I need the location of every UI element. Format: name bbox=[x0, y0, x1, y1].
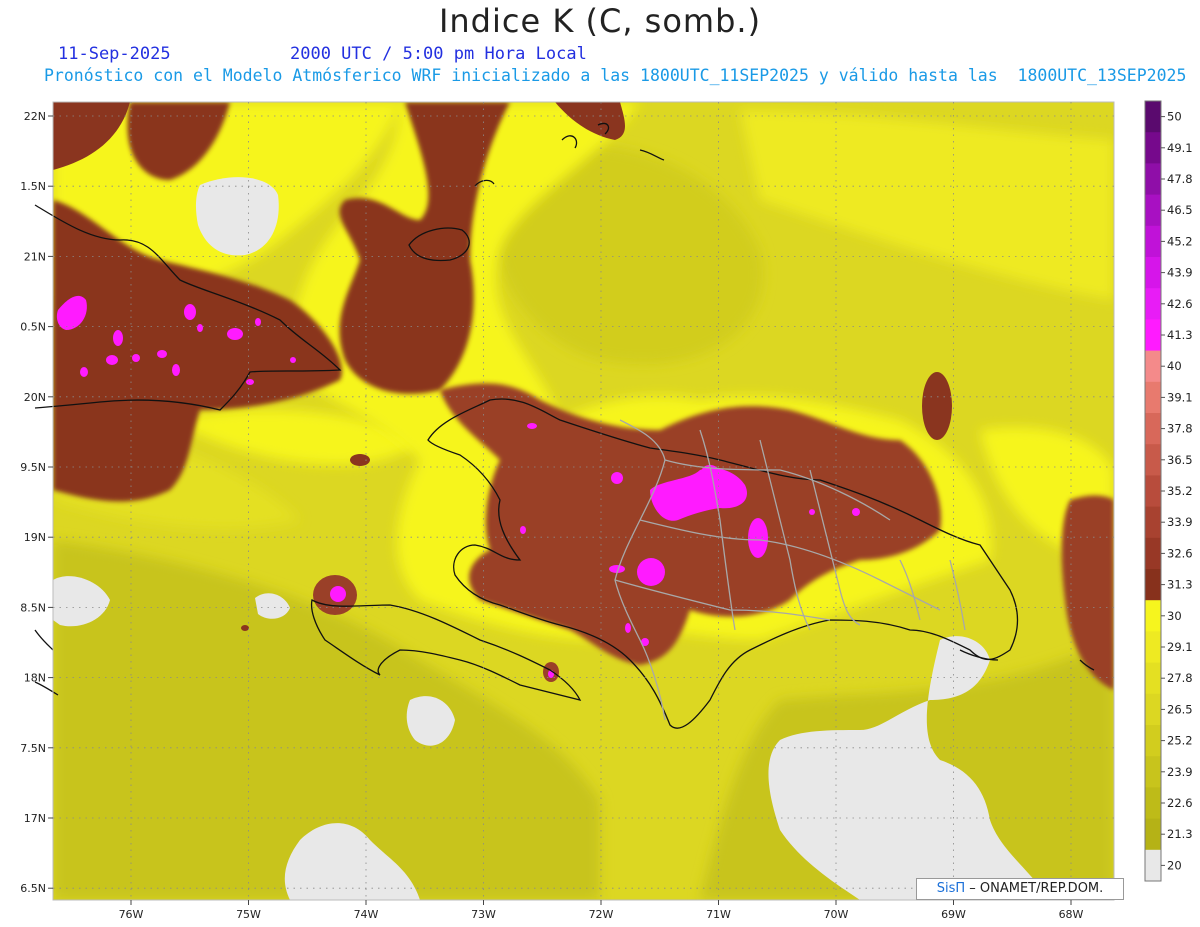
sisp-logo: SisΠ bbox=[936, 881, 966, 896]
colorbar-swatch bbox=[1145, 631, 1161, 664]
lat-label: 17N bbox=[24, 812, 46, 825]
colorbar-label: 40 bbox=[1167, 359, 1182, 373]
colorbar-label: 21.3 bbox=[1167, 827, 1193, 841]
colorbar-label: 50 bbox=[1167, 110, 1182, 124]
colorbar-swatch bbox=[1145, 381, 1161, 414]
colorbar-label: 35.2 bbox=[1167, 484, 1193, 498]
colorbar-swatch bbox=[1145, 163, 1161, 196]
colorbar-swatch bbox=[1145, 101, 1161, 133]
colorbar-label: 42.6 bbox=[1167, 297, 1193, 311]
lon-label: 68W bbox=[1059, 908, 1084, 921]
colorbar-label: 22.6 bbox=[1167, 796, 1193, 810]
lat-label: 22N bbox=[24, 110, 46, 123]
lat-label: 9.5N bbox=[20, 461, 46, 474]
colorbar-label: 27.8 bbox=[1167, 671, 1193, 685]
colorbar-swatch bbox=[1145, 475, 1161, 508]
colorbar-label: 23.9 bbox=[1167, 765, 1193, 779]
colorbar-label: 25.2 bbox=[1167, 734, 1193, 748]
colorbar-swatch bbox=[1145, 506, 1161, 539]
lon-label: 73W bbox=[471, 908, 496, 921]
k-index-map: 22N 1.5N 21N 0.5N 20N 9.5N 19N 8.5N 18N 7.5N 17N 6.… bbox=[20, 100, 1193, 921]
colorbar-swatch bbox=[1145, 132, 1161, 164]
colorbar-swatch bbox=[1145, 444, 1161, 476]
colorbar-swatch bbox=[1145, 662, 1161, 695]
colorbar-label: 47.8 bbox=[1167, 172, 1193, 186]
colorbar-swatch bbox=[1145, 225, 1161, 258]
lon-label: 76W bbox=[119, 908, 144, 921]
colorbar-swatch bbox=[1145, 319, 1161, 352]
colorbar-label: 37.8 bbox=[1167, 422, 1193, 436]
colorbar-label: 29.1 bbox=[1167, 640, 1193, 654]
lat-label: 7.5N bbox=[20, 742, 46, 755]
colorbar-label: 26.5 bbox=[1167, 702, 1193, 716]
colorbar-swatch bbox=[1145, 693, 1161, 726]
colorbar-label: 36.5 bbox=[1167, 453, 1193, 467]
colorbar-label: 41.3 bbox=[1167, 328, 1193, 342]
lon-label: 75W bbox=[236, 908, 261, 921]
lon-label: 74W bbox=[354, 908, 379, 921]
colorbar-swatch bbox=[1145, 849, 1161, 882]
colorbar-swatch bbox=[1145, 756, 1161, 788]
lat-label: 20N bbox=[24, 391, 46, 404]
lat-label: 8.5N bbox=[20, 601, 46, 614]
colorbar-swatch bbox=[1145, 257, 1161, 289]
field-layer bbox=[53, 102, 1114, 900]
lat-label: 1.5N bbox=[20, 180, 46, 193]
colorbar-label: 49.1 bbox=[1167, 141, 1193, 155]
colorbar-swatch bbox=[1145, 194, 1161, 227]
lon-label: 71W bbox=[706, 908, 731, 921]
colorbar-swatch bbox=[1145, 600, 1161, 632]
lon-label: 69W bbox=[941, 908, 966, 921]
lat-label: 19N bbox=[24, 531, 46, 544]
lat-label: 0.5N bbox=[20, 321, 46, 334]
lat-label: 21N bbox=[24, 250, 46, 263]
colorbar-swatch bbox=[1145, 787, 1161, 820]
colorbar-swatch bbox=[1145, 569, 1161, 601]
colorbar-swatch bbox=[1145, 537, 1161, 570]
longitude-labels: 76W 75W 74W 73W 72W 71W 70W 69W 68W bbox=[119, 908, 1084, 921]
colorbar-label: 20 bbox=[1167, 858, 1182, 872]
colorbar-swatch bbox=[1145, 725, 1161, 757]
lat-label: 18N bbox=[24, 672, 46, 685]
colorbar-label: 30 bbox=[1167, 609, 1182, 623]
colorbar-label: 32.6 bbox=[1167, 546, 1193, 560]
lon-label: 70W bbox=[824, 908, 849, 921]
latitude-labels: 22N 1.5N 21N 0.5N 20N 9.5N 19N 8.5N 18N 7.5N 17N 6.… bbox=[20, 110, 46, 895]
colorbar-swatch bbox=[1145, 288, 1161, 320]
lon-label: 72W bbox=[589, 908, 614, 921]
colorbar-swatch bbox=[1145, 350, 1161, 383]
credit-box: SisΠ – ONAMET/REP.DOM. bbox=[916, 878, 1124, 900]
colorbar-label: 33.9 bbox=[1167, 515, 1193, 529]
colorbar-label: 45.2 bbox=[1167, 234, 1193, 248]
colorbar-label: 39.1 bbox=[1167, 390, 1193, 404]
lat-label: 6.5N bbox=[20, 882, 46, 895]
colorbar-swatch bbox=[1145, 413, 1161, 445]
credit-text: – ONAMET/REP.DOM. bbox=[965, 881, 1104, 896]
colorbar-label: 43.9 bbox=[1167, 266, 1193, 280]
colorbar: 50 49.1 47.8 46.5 45.2 43.9 42.6 41.3 40 39.1 37.8… bbox=[1144, 100, 1193, 882]
colorbar-label: 31.3 bbox=[1167, 578, 1193, 592]
colorbar-swatch bbox=[1145, 818, 1161, 851]
colorbar-label: 46.5 bbox=[1167, 203, 1193, 217]
